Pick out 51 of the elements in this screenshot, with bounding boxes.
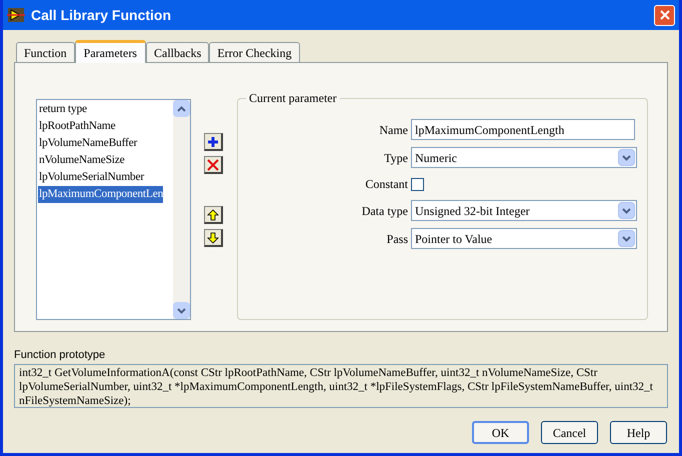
dropdown-value: Pointer to Value xyxy=(415,230,492,248)
cross-icon xyxy=(207,158,219,170)
field-label: Pass xyxy=(386,230,408,248)
list-item[interactable]: nVolumeNameSize xyxy=(38,152,125,169)
delete-button[interactable] xyxy=(204,156,223,174)
arrow-up-icon xyxy=(207,208,219,220)
chevron-down-icon xyxy=(622,208,631,214)
dropdown-value: Numeric xyxy=(415,150,457,166)
app-icon xyxy=(7,7,25,23)
field-label: Type xyxy=(383,150,408,166)
list-item[interactable]: return type xyxy=(38,101,87,118)
dropdown-field[interactable]: Numeric xyxy=(411,147,637,168)
scrollbar[interactable] xyxy=(173,100,190,319)
close-icon xyxy=(660,10,670,20)
prototype-text: int32_t GetVolumeInformationA(const CStr lpRootPathName, CStr lpVolumeNameBuffer, uint32_t nVolumeNameSize, CStr lpVolumeSerialNumber, uint32_t *lpMaximumComponentLength, uint32_t *lpFileSystemFlags, CStr lpFileSystemNameBuffer, uint32_t nFileSystemNameSize); xyxy=(14,364,668,408)
chevron-down-icon xyxy=(177,308,186,314)
dropdown-button[interactable] xyxy=(618,149,635,166)
checkbox[interactable] xyxy=(411,178,424,190)
prototype-label: Function prototype xyxy=(14,348,106,362)
tab[interactable]: Function xyxy=(16,42,75,62)
move-up-button[interactable] xyxy=(204,206,223,224)
dropdown-button[interactable] xyxy=(618,202,635,219)
chevron-down-icon xyxy=(622,154,631,160)
add-button[interactable] xyxy=(204,133,223,151)
close-button[interactable] xyxy=(654,4,675,26)
move-down-button[interactable] xyxy=(204,229,223,247)
dropdown-value: Unsigned 32-bit Integer xyxy=(415,202,530,220)
list-item[interactable]: lpVolumeSerialNumber xyxy=(38,169,144,186)
dropdown-field[interactable]: Unsigned 32-bit Integer xyxy=(411,200,637,221)
dropdown-field[interactable]: Pointer to Value xyxy=(411,228,637,249)
arrow-down-icon xyxy=(207,232,219,244)
window-title: Call Library Function xyxy=(31,6,172,25)
tab[interactable]: Parameters xyxy=(74,40,146,63)
dialog-button[interactable]: Help xyxy=(610,421,667,444)
scroll-up-button[interactable] xyxy=(173,100,190,117)
list-item[interactable]: lpMaximumComponentLen xyxy=(38,186,164,203)
chevron-down-icon xyxy=(622,236,631,242)
dialog-button[interactable]: OK xyxy=(472,421,529,444)
dialog-button[interactable]: Cancel xyxy=(541,421,598,444)
list-item[interactable]: lpVolumeNameBuffer xyxy=(38,135,138,152)
list-item[interactable]: lpRootPathName xyxy=(38,118,116,135)
dropdown-button[interactable] xyxy=(618,230,635,247)
chevron-up-icon xyxy=(177,106,186,112)
field-label: Data type xyxy=(360,202,408,220)
tab[interactable]: Callbacks xyxy=(146,42,210,62)
plus-icon xyxy=(207,136,219,148)
name-field[interactable]: lpMaximumComponentLength xyxy=(411,119,635,140)
field-label: Constant xyxy=(364,176,408,193)
scroll-down-button[interactable] xyxy=(173,302,190,319)
tab[interactable]: Error Checking xyxy=(209,42,300,62)
field-label: Name xyxy=(378,122,408,138)
